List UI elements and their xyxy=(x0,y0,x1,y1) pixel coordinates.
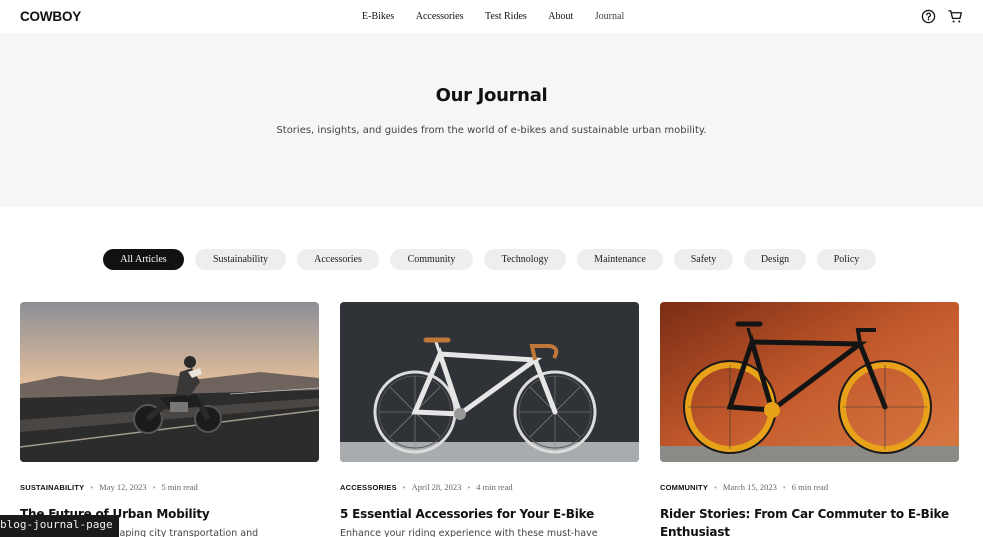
filter-accessories[interactable]: Accessories xyxy=(297,249,379,270)
filter-community[interactable]: Community xyxy=(390,249,473,270)
page-subtitle: Stories, insights, and guides from the w… xyxy=(276,125,707,136)
category-filters: All Articles Sustainability Accessories … xyxy=(0,249,983,270)
article-read-time: 4 min read xyxy=(476,482,513,492)
article-card[interactable]: SUSTAINABILITY • May 12, 2023 • 5 min re… xyxy=(20,302,319,537)
article-category[interactable]: SUSTAINABILITY xyxy=(20,483,84,492)
article-image-yellow-bike[interactable] xyxy=(660,302,959,462)
meta-separator: • xyxy=(714,482,717,492)
page-tag-label: blog-journal-page xyxy=(0,515,119,537)
nav-link-test-rides[interactable]: Test Rides xyxy=(485,11,527,22)
article-meta: COMMUNITY • March 15, 2023 • 6 min read xyxy=(660,481,959,493)
filter-maintenance[interactable]: Maintenance xyxy=(577,249,663,270)
article-card[interactable]: COMMUNITY • March 15, 2023 • 6 min read … xyxy=(660,302,959,537)
nav-link-e-bikes[interactable]: E-Bikes xyxy=(362,11,394,22)
filter-safety[interactable]: Safety xyxy=(674,249,733,270)
nav-icons xyxy=(921,9,963,24)
cart-icon[interactable] xyxy=(948,9,963,24)
article-image-motorcycle[interactable] xyxy=(20,302,319,462)
article-meta: SUSTAINABILITY • May 12, 2023 • 5 min re… xyxy=(20,481,319,493)
page-title: Our Journal xyxy=(435,85,548,106)
article-category[interactable]: COMMUNITY xyxy=(660,483,708,492)
meta-separator: • xyxy=(782,482,786,492)
top-navigation: COWBOY E-Bikes Accessories Test Rides Ab… xyxy=(0,0,983,35)
article-read-time: 6 min read xyxy=(791,482,829,492)
filter-design[interactable]: Design xyxy=(744,249,806,270)
article-date: May 12, 2023 xyxy=(99,482,147,492)
article-title[interactable]: 5 Essential Accessories for Your E-Bike xyxy=(340,505,639,523)
article-category[interactable]: ACCESSORIES xyxy=(340,483,397,492)
article-title[interactable]: Rider Stories: From Car Commuter to E-Bi… xyxy=(660,505,959,537)
main-menu: E-Bikes Accessories Test Rides About Jou… xyxy=(362,11,646,22)
meta-separator: • xyxy=(90,482,94,492)
meta-separator: • xyxy=(152,482,156,492)
article-excerpt: Enhance your riding experience with thes… xyxy=(340,528,598,537)
filter-all-articles[interactable]: All Articles xyxy=(103,249,184,270)
article-date: April 28, 2023 xyxy=(411,482,462,492)
nav-link-accessories[interactable]: Accessories xyxy=(416,11,464,22)
filter-policy[interactable]: Policy xyxy=(817,249,876,270)
brand-logo[interactable]: COWBOY xyxy=(20,9,81,24)
meta-separator: • xyxy=(467,482,471,492)
article-card[interactable]: ACCESSORIES • April 28, 2023 • 4 min rea… xyxy=(340,302,639,537)
filter-technology[interactable]: Technology xyxy=(484,249,566,270)
nav-link-about[interactable]: About xyxy=(548,11,573,22)
article-image-white-bike[interactable] xyxy=(340,302,639,462)
journal-hero: Our Journal Stories, insights, and guide… xyxy=(0,35,983,207)
nav-link-journal[interactable]: Journal xyxy=(595,11,624,22)
article-meta: ACCESSORIES • April 28, 2023 • 4 min rea… xyxy=(340,481,639,493)
filter-sustainability[interactable]: Sustainability xyxy=(195,249,286,270)
article-date: March 15, 2023 xyxy=(722,482,777,492)
meta-separator: • xyxy=(402,482,406,492)
help-icon[interactable] xyxy=(921,9,936,24)
article-read-time: 5 min read xyxy=(161,482,198,492)
